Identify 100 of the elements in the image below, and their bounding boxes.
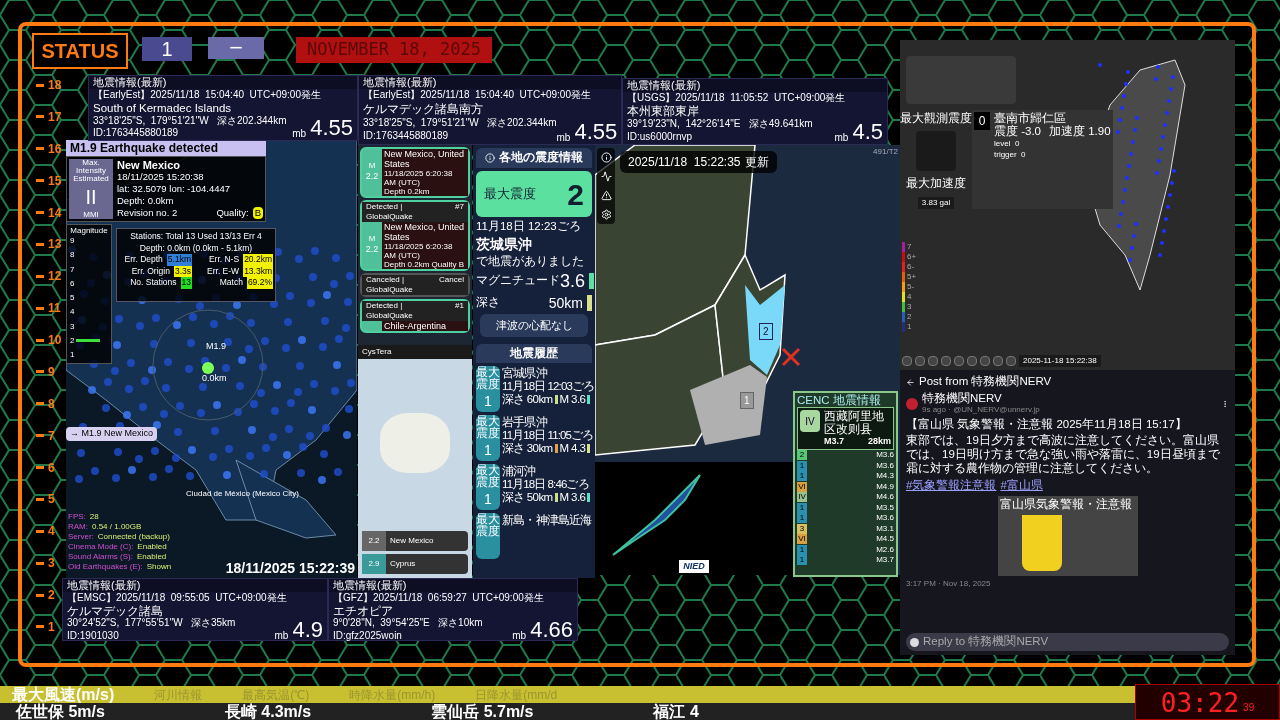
ruler-tick: [36, 529, 44, 533]
event-row[interactable]: 3 M3.1: [797, 523, 894, 534]
avatar-icon: [910, 637, 919, 647]
history-item[interactable]: 最大震度 1 岩手県沖 11月18日 11:05ごろ 深さ 30km M 4.3: [476, 415, 592, 461]
quake-card[interactable]: 2.9 Cyprus: [362, 554, 468, 574]
history-item[interactable]: 最大震度 1 宮城県沖 11月18日 12:03ごろ 深さ 60km M 3.6: [476, 366, 592, 412]
ruler-number: 3: [48, 556, 55, 571]
ruler-tick: [36, 402, 44, 406]
ruler-tick: [36, 338, 44, 342]
ruler-number: 4: [48, 524, 55, 539]
ticker-reading: 長崎 4.3m/s: [224, 703, 312, 720]
history-place: 岩手県沖: [502, 415, 549, 429]
scale-label: 5-: [907, 282, 915, 292]
tick-label: 2: [70, 335, 75, 345]
row-magnitude: M3.6: [876, 460, 894, 471]
max-accel-value: 3.83 gal: [917, 196, 955, 209]
back-icon[interactable]: [906, 377, 915, 387]
event-depth: Depth: 0.0km: [117, 195, 175, 207]
scale-label: 2: [907, 312, 912, 322]
hashtag-link[interactable]: #気象警報注意報: [906, 477, 997, 495]
canceled-card[interactable]: Canceled | GlobalQuake Cancel: [360, 273, 470, 297]
stat-label: Server:: [68, 532, 94, 542]
ruler-number: 10: [48, 333, 62, 347]
event-row[interactable]: VI M4.5: [797, 534, 894, 545]
quality-grade: B: [252, 207, 263, 219]
hashtag-link[interactable]: #富山県: [1000, 477, 1043, 495]
coordinates: 39°19'23"N, 142°26'14"E 深さ49.641km: [627, 118, 814, 131]
reply-field[interactable]: Reply to 特務機関NERV: [906, 633, 1229, 651]
event-row[interactable]: 1 M3.5: [797, 502, 894, 513]
event-row[interactable]: 1 M3.6: [797, 513, 894, 524]
stat-label: Cinema Mode (C):: [68, 542, 134, 552]
card-tag: #7: [455, 202, 464, 222]
magnitude-value: M 3.6: [559, 393, 586, 406]
app-title: CysTera: [362, 346, 392, 358]
quake-card[interactable]: 2.2 New Mexico: [362, 531, 468, 551]
ruler-number: 1: [48, 619, 55, 634]
event-row[interactable]: 1 M3.6: [797, 460, 894, 471]
magnitude-value: 4.5: [852, 120, 883, 144]
card-detail: Depth 0.2km Quality B: [384, 260, 466, 269]
card-magnitude: 2.9: [362, 554, 386, 574]
coordinates: 30°24'52"S, 177°55'51"W 深さ35km: [67, 617, 237, 630]
trigger-text: trigger 0: [994, 149, 1027, 160]
ruler-tick: [36, 115, 44, 119]
stat-value: Enabled: [136, 552, 167, 562]
card-place: New Mexico, United States: [384, 149, 466, 169]
epicenter-name: 茨城県沖: [476, 236, 533, 252]
event-row[interactable]: IV M4.6: [797, 492, 894, 503]
more-icon[interactable]: [1221, 399, 1229, 408]
panel-title: 地震情報(最新): [623, 79, 887, 92]
m-label: M: [368, 161, 376, 171]
dash-box: ー: [208, 37, 264, 59]
tick-label: 5: [70, 293, 75, 302]
ruler-number: 14: [48, 205, 62, 220]
ruler-tick: [36, 370, 44, 374]
waveform-icon[interactable]: [600, 171, 612, 182]
history-item[interactable]: 最大震度 新島・神津島近海: [476, 513, 592, 559]
info-icon[interactable]: [600, 152, 612, 163]
post-time: 3:17 PM · Nov 18, 2025: [906, 578, 992, 591]
row-intensity: 1: [797, 502, 807, 513]
row-intensity: VI: [797, 481, 807, 492]
event-row[interactable]: 1 M4.3: [797, 471, 894, 482]
event-row[interactable]: 1 M2.6: [797, 544, 894, 555]
panel-title: 地震情報(最新): [329, 579, 577, 592]
card-time: 11/18/2025 6:20:38 AM (UTC): [384, 242, 454, 260]
row-magnitude: M4.5: [876, 534, 894, 545]
row-magnitude: M3.6: [876, 513, 894, 524]
image-title: 富山県気象警報・注意報: [999, 498, 1133, 512]
card-magnitude: 2.2: [365, 243, 379, 257]
event-row[interactable]: 1 M3.7: [797, 555, 894, 566]
row-magnitude: M2.6: [876, 544, 894, 555]
card-time: 11/18/2025 6:20:38 AM (UTC): [384, 169, 454, 187]
tsunami-notice: 津波の心配なし: [480, 314, 588, 337]
ruler-tick: [36, 561, 44, 565]
settings-icon[interactable]: [600, 209, 612, 220]
tick-label: 4: [70, 307, 75, 317]
event-row[interactable]: 2 M3.6: [797, 450, 894, 461]
scale-label: 6+: [907, 252, 917, 262]
ruler-number: 17: [48, 109, 62, 124]
event-place: 西藏阿里地区改则县: [824, 410, 885, 436]
scale-label: 3: [907, 302, 912, 312]
error-value: 13: [180, 277, 192, 289]
history-item[interactable]: 最大震度 1 浦河沖 11月18日 8:46ごろ 深さ 50km M 3.6: [476, 464, 592, 510]
depth-value: 60km: [526, 393, 553, 406]
row-magnitude: M3.6: [876, 450, 894, 461]
ruler-tick: [36, 434, 44, 438]
error-label: Err. N-S: [208, 254, 240, 266]
author-handle: 9s ago · @UN_NERV@unnerv.jp: [922, 405, 1041, 415]
panel-title: 地震情報(最新): [359, 76, 621, 89]
event-row[interactable]: VI M4.9: [797, 481, 894, 492]
history-time: 11月18日 8:46ごろ: [502, 478, 590, 491]
section-title: 各地の震度情報: [499, 149, 583, 166]
magnitude-type: mb: [274, 629, 289, 642]
badge-label: 最大震度: [476, 513, 500, 537]
quake-card[interactable]: Detected | GlobalQuake #1 Chile-Argentina: [360, 299, 470, 333]
stat-label: RAM:: [68, 522, 88, 532]
intensity-value: II: [85, 186, 97, 207]
ruler-tick: [36, 306, 44, 310]
error-label: Err. Origin: [131, 265, 170, 277]
warning-icon[interactable]: [600, 190, 612, 201]
epicenter-cross-icon: [781, 347, 801, 367]
